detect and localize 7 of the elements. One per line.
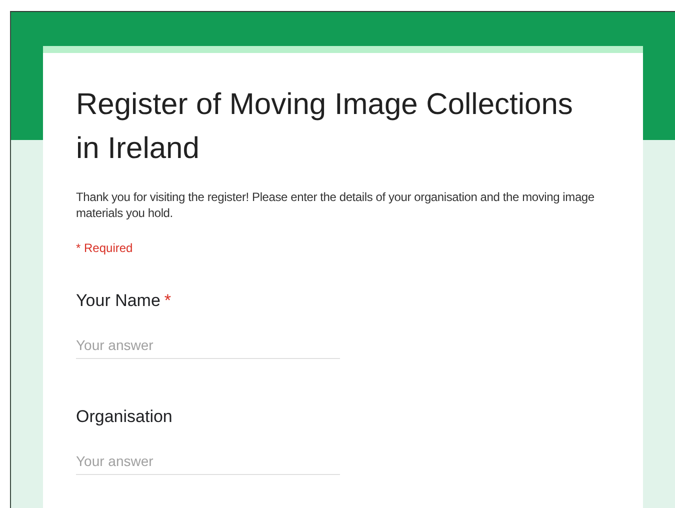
question-label: Your Name *	[76, 291, 172, 311]
form-description: Thank you for visiting the register! Please enter the details of your organisation and the moving image materials you hold.	[76, 189, 596, 221]
answer-field[interactable]: Your answer	[76, 333, 340, 359]
form-title: Register of Moving Image Collections in Ireland	[76, 87, 574, 167]
required-note: * Required	[76, 241, 133, 255]
question-label: Organisation	[76, 407, 172, 427]
answer-field[interactable]: Your answer	[76, 449, 340, 475]
